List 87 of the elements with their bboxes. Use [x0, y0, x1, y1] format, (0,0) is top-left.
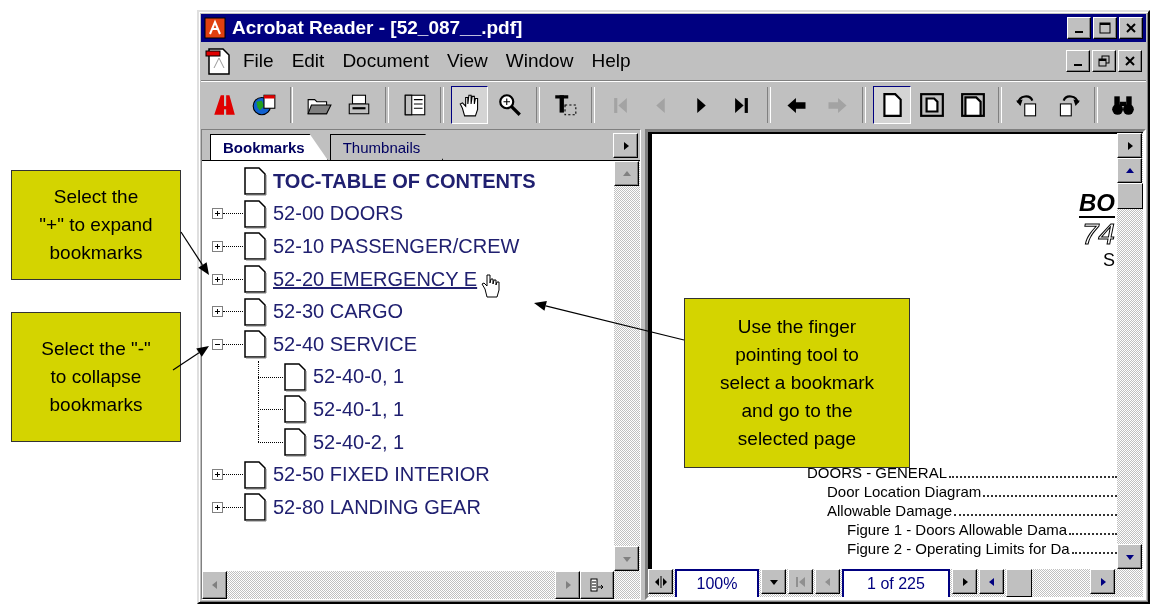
- restore-button[interactable]: [1092, 50, 1116, 72]
- first-page-button[interactable]: [788, 569, 813, 594]
- scroll-right-button[interactable]: [1090, 569, 1115, 594]
- scroll-thumb[interactable]: [1006, 569, 1032, 597]
- minimize-icon: [1075, 31, 1083, 33]
- text-select-icon: [552, 92, 579, 118]
- close-icon: [1125, 22, 1137, 34]
- tree-toggle[interactable]: [212, 501, 223, 513]
- bookmark-item[interactable]: 52-40-2, 1: [313, 430, 405, 454]
- magnifier-icon: [497, 92, 524, 118]
- panel-tab[interactable]: Thumbnails: [329, 134, 444, 160]
- bookmark-item[interactable]: 52-10 PASSENGER/CREW: [273, 235, 520, 258]
- tree-toggle[interactable]: [212, 306, 223, 318]
- zoom-field[interactable]: 100%: [675, 569, 759, 597]
- panel-toggle-button[interactable]: [1117, 133, 1142, 158]
- scroll-left-button[interactable]: [202, 571, 227, 599]
- fit-page-icon: [919, 92, 946, 118]
- menu-item[interactable]: Document: [334, 48, 437, 74]
- last-page-icon: [733, 96, 749, 114]
- contents-entry: Allowable Damage: [827, 502, 953, 519]
- previous-icon: [655, 96, 667, 114]
- menu-item[interactable]: Window: [497, 48, 582, 74]
- bookmark-item[interactable]: 52-40-1, 1: [313, 397, 405, 421]
- split-icon: [654, 575, 667, 588]
- contents-entry: Figure 1 - Doors Allowable Dama: [847, 521, 1068, 538]
- page-logo-text: BO: [1079, 190, 1115, 218]
- tree-toggle[interactable]: [212, 338, 223, 350]
- panel-tab[interactable]: Bookmarks: [210, 134, 328, 160]
- next-icon: [695, 96, 707, 114]
- page-logo-text: S: [1103, 250, 1115, 270]
- window-title: Acrobat Reader - [52_087__.pdf]: [232, 17, 524, 39]
- menu-item[interactable]: Edit: [283, 48, 333, 74]
- split-handle[interactable]: [648, 569, 673, 594]
- menu-item[interactable]: View: [439, 48, 496, 74]
- globe-icon: [250, 92, 277, 118]
- fit-width-icon: [959, 92, 986, 118]
- minimize-icon: [1074, 64, 1082, 66]
- bookmark-item[interactable]: 52-00 DOORS: [273, 202, 404, 226]
- first-page-icon: [794, 575, 807, 588]
- page-logo-text: 74: [1081, 218, 1115, 250]
- panel-menu-button[interactable]: [613, 133, 638, 158]
- first-page-icon: [613, 96, 628, 114]
- bookmark-item[interactable]: 52-40 SERVICE: [273, 332, 418, 356]
- tree-toggle[interactable]: [212, 273, 223, 285]
- previous-page-button[interactable]: [815, 569, 840, 594]
- tree-toggle[interactable]: [212, 469, 223, 481]
- callout-note: Use the finger pointing tool to select a bookmark and go to the selected page: [684, 298, 910, 468]
- scroll-down-button[interactable]: [614, 546, 639, 571]
- scroll-down-button[interactable]: [1117, 544, 1142, 569]
- scroll-left-button[interactable]: [979, 569, 1004, 594]
- maximize-button[interactable]: [1093, 17, 1117, 39]
- menu-item[interactable]: File: [235, 48, 282, 74]
- back-arrow-icon: [785, 96, 808, 114]
- bookmark-item[interactable]: 52-80 LANDING GEAR: [273, 495, 481, 519]
- document-icon: [243, 166, 267, 197]
- page-field[interactable]: 1 of 225: [842, 569, 950, 597]
- scroll-up-button[interactable]: [614, 161, 639, 186]
- scroll-right-button[interactable]: [555, 571, 580, 599]
- bookmark-item[interactable]: TOC-TABLE OF CONTENTS: [273, 169, 536, 193]
- menu-item[interactable]: Help: [583, 48, 639, 74]
- close-icon: [1124, 55, 1136, 67]
- maximize-icon: [1099, 22, 1111, 34]
- document-icon: [205, 46, 233, 76]
- bookmark-item[interactable]: 52-50 FIXED INTERIOR: [273, 463, 490, 487]
- toolbar-button[interactable]: [451, 86, 489, 124]
- scroll-thumb[interactable]: [1117, 183, 1143, 209]
- split-button[interactable]: [580, 571, 614, 599]
- bookmark-item[interactable]: 52-20 EMERGENCY E: [273, 267, 478, 291]
- callout-note: Select the "+" to expand bookmarks: [11, 170, 181, 280]
- close-button[interactable]: [1119, 17, 1143, 39]
- app-icon: [204, 17, 226, 39]
- minimize-button[interactable]: [1066, 50, 1090, 72]
- tree-toggle[interactable]: [212, 241, 223, 252]
- toolbar-button[interactable]: [873, 86, 911, 124]
- minimize-button[interactable]: [1067, 17, 1091, 39]
- next-page-button[interactable]: [952, 569, 977, 594]
- pane-split-icon: [589, 577, 605, 593]
- scroll-up-button[interactable]: [1117, 158, 1142, 183]
- restore-icon: [1098, 55, 1110, 67]
- zoom-dropdown-button[interactable]: [761, 569, 786, 594]
- contents-entry: Door Location Diagram: [827, 483, 982, 500]
- bookmark-item[interactable]: 52-30 CARGO: [273, 300, 404, 324]
- callout-note: Select the "-" to collapse bookmarks: [11, 312, 181, 442]
- bookmark-item[interactable]: 52-40-0, 1: [313, 365, 405, 389]
- close-button[interactable]: [1118, 50, 1142, 72]
- contents-entry: Figure 2 - Operating Limits for Da: [847, 540, 1070, 557]
- tree-toggle[interactable]: [212, 208, 223, 220]
